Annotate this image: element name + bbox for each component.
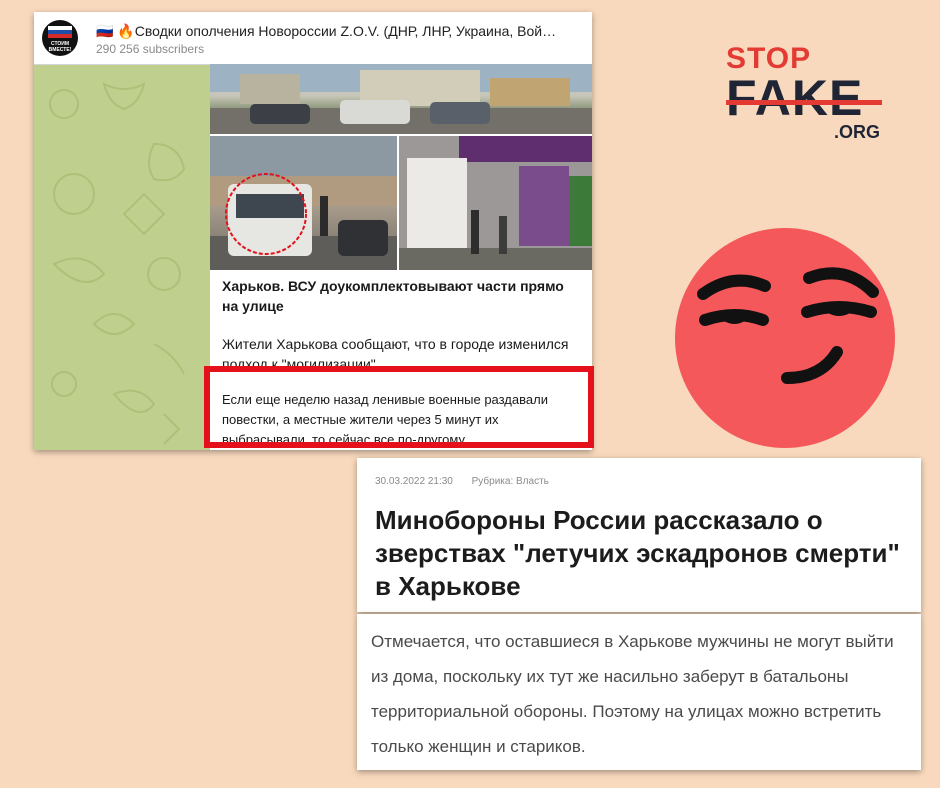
flag-icon [48, 26, 72, 38]
channel-title[interactable]: 🇷🇺 🔥Сводки ополчения Новороссии Z.O.V. (… [96, 23, 576, 40]
street-photo-top[interactable] [210, 64, 592, 134]
article-quote-text: Отмечается, что оставшиеся в Харькове му… [371, 632, 894, 756]
logo-strikethrough [726, 100, 882, 105]
article-date: 30.03.2022 21:30 [375, 476, 453, 487]
chat-background-pattern [49, 82, 186, 445]
article-title[interactable]: Минобороны России рассказало о зверствах… [375, 504, 905, 603]
stopfake-logo: STOP FAKE .ORG [726, 42, 886, 152]
article-quote-card: Отмечается, что оставшиеся в Харькове му… [357, 614, 921, 770]
article-meta: 30.03.2022 21:30 Рубрика: Власть [375, 476, 549, 487]
logo-fake-text: FAKE [726, 70, 864, 126]
avatar-text: СТОИМ ВМЕСТЕ! [48, 41, 72, 53]
article-rubric[interactable]: Рубрика: Власть [472, 476, 549, 487]
subscriber-count: 290 256 subscribers [96, 42, 205, 56]
article-card[interactable]: 30.03.2022 21:30 Рубрика: Власть Минобор… [357, 458, 921, 612]
street-photo-van-image [210, 136, 397, 270]
street-photo-van[interactable] [210, 136, 397, 270]
street-photo-top-image [210, 64, 592, 134]
smirking-face-icon [675, 228, 895, 448]
street-photo-truck-image [399, 136, 592, 270]
channel-avatar[interactable]: СТОИМ ВМЕСТЕ! [42, 20, 78, 56]
highlight-box [204, 366, 594, 448]
post-heading: Харьков. ВСУ доукомплектовывают части пр… [222, 278, 564, 314]
logo-org-text: .ORG [833, 122, 880, 142]
street-photo-truck[interactable] [399, 136, 592, 270]
telegram-channel-header[interactable]: СТОИМ ВМЕСТЕ! 🇷🇺 🔥Сводки ополчения Новор… [34, 12, 592, 65]
